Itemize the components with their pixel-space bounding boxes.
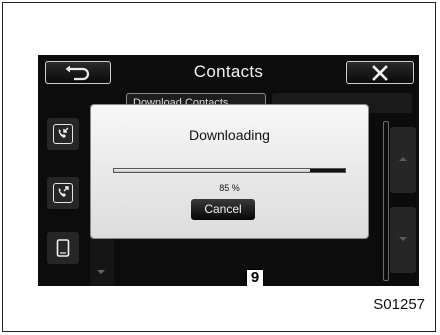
scrollbar[interactable] [383, 121, 389, 281]
scroll-up-button[interactable] [390, 127, 416, 193]
dialog-title: Downloading [189, 127, 270, 143]
sidebar [38, 107, 88, 286]
chevron-down-icon [399, 237, 407, 241]
figure-id: S01257 [373, 296, 425, 313]
figure-frame: Contacts Download Contacts Downloading 8… [2, 2, 436, 332]
progress-fill [114, 169, 311, 172]
device-screen: Contacts Download Contacts Downloading 8… [38, 55, 419, 286]
chevron-up-icon [399, 157, 407, 161]
header-bar: Contacts [38, 55, 419, 91]
phone-device-icon [53, 238, 73, 258]
download-dialog: Downloading 85 % Cancel [91, 105, 368, 238]
progress-percent: 85 % [219, 183, 240, 193]
incoming-calls-button[interactable] [47, 118, 79, 150]
callout-number: 9 [246, 269, 264, 286]
incoming-call-icon [53, 124, 73, 144]
scroll-down-button[interactable] [390, 207, 416, 273]
download-progress-bar [113, 168, 346, 173]
close-button[interactable] [346, 61, 414, 84]
phone-device-button[interactable] [47, 232, 79, 264]
cancel-button[interactable]: Cancel [191, 199, 255, 220]
outgoing-call-icon [53, 183, 73, 203]
list-scroll-down-icon [97, 270, 105, 274]
outgoing-calls-button[interactable] [47, 177, 79, 209]
close-x-icon [372, 64, 388, 81]
